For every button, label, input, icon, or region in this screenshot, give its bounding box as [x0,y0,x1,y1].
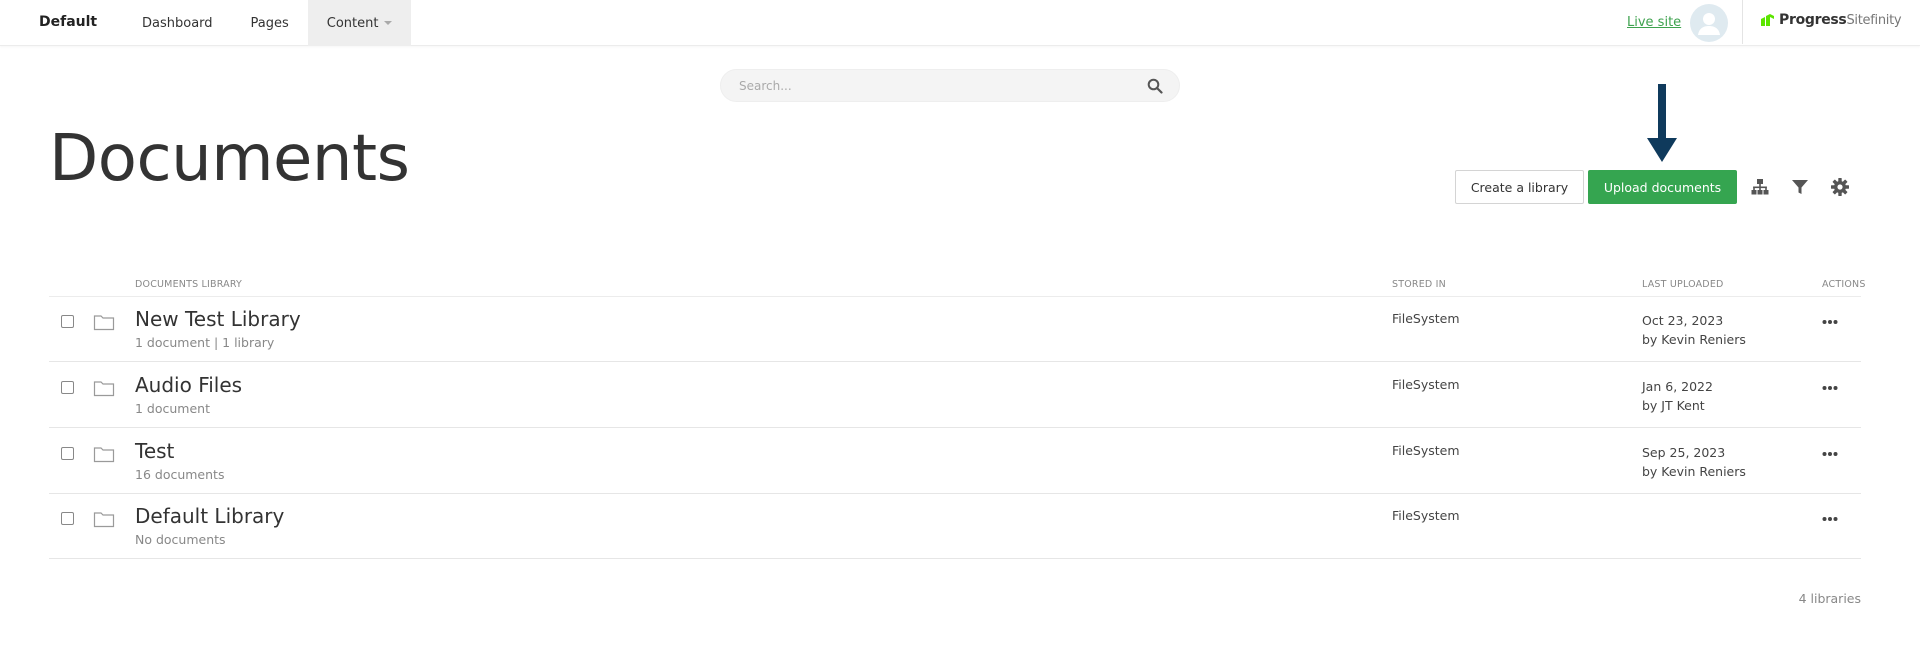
stored-in-value: FileSystem [1392,508,1460,523]
live-site-link[interactable]: Live site [1627,15,1681,30]
column-header-last-uploaded[interactable]: LAST UPLOADED [1642,279,1724,290]
stored-in-value: FileSystem [1392,311,1460,326]
create-library-button[interactable]: Create a library [1455,170,1584,204]
library-name-link[interactable]: Audio Files [135,373,242,397]
filter-icon[interactable] [1790,177,1810,197]
library-name-link[interactable]: Default Library [135,504,284,528]
arrow-down-icon [1647,84,1677,162]
stored-in-value: FileSystem [1392,377,1460,392]
page-title: Documents [49,122,410,196]
user-icon [1698,13,1720,35]
library-count: 4 libraries [1798,591,1861,606]
top-navigation-bar: Default Dashboard Pages Content Live sit… [0,0,1920,46]
row-checkbox[interactable] [61,315,74,328]
last-uploaded-date: Sep 25, 2023 [1642,445,1726,460]
last-uploaded-value: Sep 25, 2023 by Kevin Reniers [1642,443,1746,481]
nav-dashboard[interactable]: Dashboard [123,0,232,46]
last-uploaded-by: by JT Kent [1642,398,1705,413]
search-box [720,69,1180,102]
column-header-actions: ACTIONS [1822,279,1866,290]
progress-logo-icon [1761,14,1774,26]
last-uploaded-by: by Kevin Reniers [1642,332,1746,347]
brand-sitefinity-text: Sitefinity [1846,12,1902,28]
brand-progress-text: Progress [1779,12,1847,28]
last-uploaded-value: Oct 23, 2023 by Kevin Reniers [1642,311,1746,349]
library-name-link[interactable]: New Test Library [135,307,301,331]
row-checkbox[interactable] [61,381,74,394]
main-nav: Dashboard Pages Content [123,0,412,46]
search-input[interactable] [739,76,1119,96]
folder-icon [93,381,115,397]
folder-icon [93,447,115,463]
divider [1742,0,1743,44]
last-uploaded-value: Jan 6, 2022 by JT Kent [1642,377,1713,415]
last-uploaded-by: by Kevin Reniers [1642,464,1746,479]
row-checkbox[interactable] [61,447,74,460]
user-avatar[interactable] [1690,4,1728,42]
stored-in-value: FileSystem [1392,443,1460,458]
row-checkbox[interactable] [61,512,74,525]
table-row: New Test Library 1 document | 1 library … [49,297,1861,362]
nav-content[interactable]: Content [307,0,412,46]
nav-dashboard-label: Dashboard [142,15,213,31]
chevron-down-icon [384,21,393,25]
nav-pages-label: Pages [250,15,289,31]
search-icon[interactable] [1147,78,1163,94]
table-row: Test 16 documents FileSystem Sep 25, 202… [49,429,1861,494]
library-name-link[interactable]: Test [135,439,174,463]
library-summary: No documents [135,532,226,547]
more-actions-icon[interactable] [1822,451,1838,457]
hierarchy-icon[interactable] [1750,177,1770,197]
nav-content-label: Content [326,15,379,31]
last-uploaded-date: Oct 23, 2023 [1642,313,1724,328]
library-summary: 1 document [135,401,210,416]
upload-documents-button[interactable]: Upload documents [1588,170,1737,204]
progress-sitefinity-logo: Progress Sitefinity [1760,12,1902,28]
library-summary: 16 documents [135,467,225,482]
last-uploaded-date: Jan 6, 2022 [1642,379,1713,394]
column-header-stored-in: STORED IN [1392,279,1446,290]
folder-icon [93,315,115,331]
library-summary: 1 document | 1 library [135,335,275,350]
table-row: Default Library No documents FileSystem [49,494,1861,559]
table-row: Audio Files 1 document FileSystem Jan 6,… [49,363,1861,428]
more-actions-icon[interactable] [1822,516,1838,522]
more-actions-icon[interactable] [1822,385,1838,391]
more-actions-icon[interactable] [1822,319,1838,325]
folder-icon [93,512,115,528]
gear-icon[interactable] [1830,177,1850,197]
site-selector[interactable]: Default [39,14,97,30]
column-header-library[interactable]: DOCUMENTS LIBRARY [135,279,242,290]
nav-pages[interactable]: Pages [232,0,308,46]
